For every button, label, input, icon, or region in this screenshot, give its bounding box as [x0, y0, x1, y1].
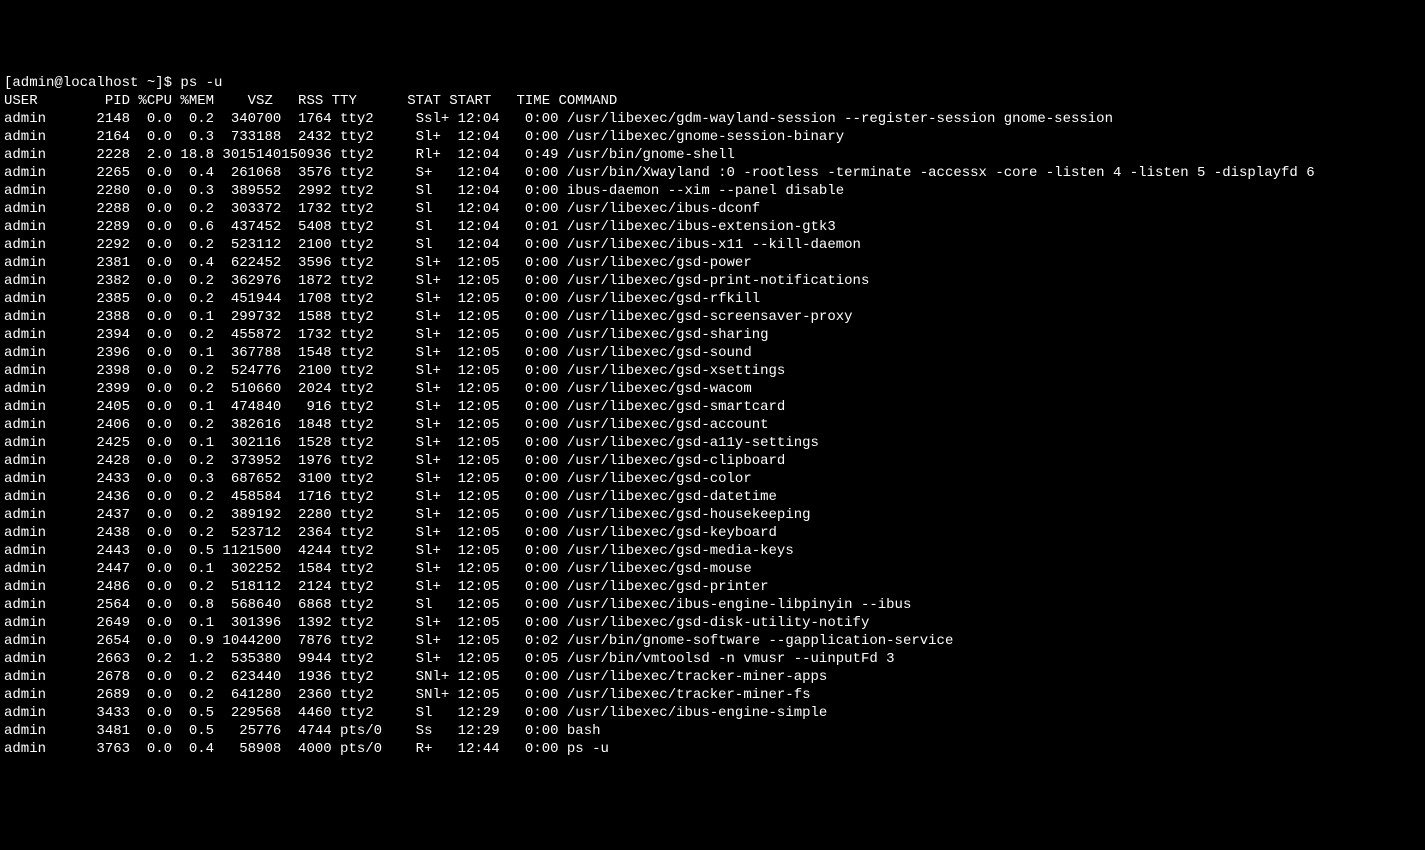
terminal-output[interactable]: [admin@localhost ~]$ ps -u USER PID %CPU…: [4, 74, 1421, 758]
